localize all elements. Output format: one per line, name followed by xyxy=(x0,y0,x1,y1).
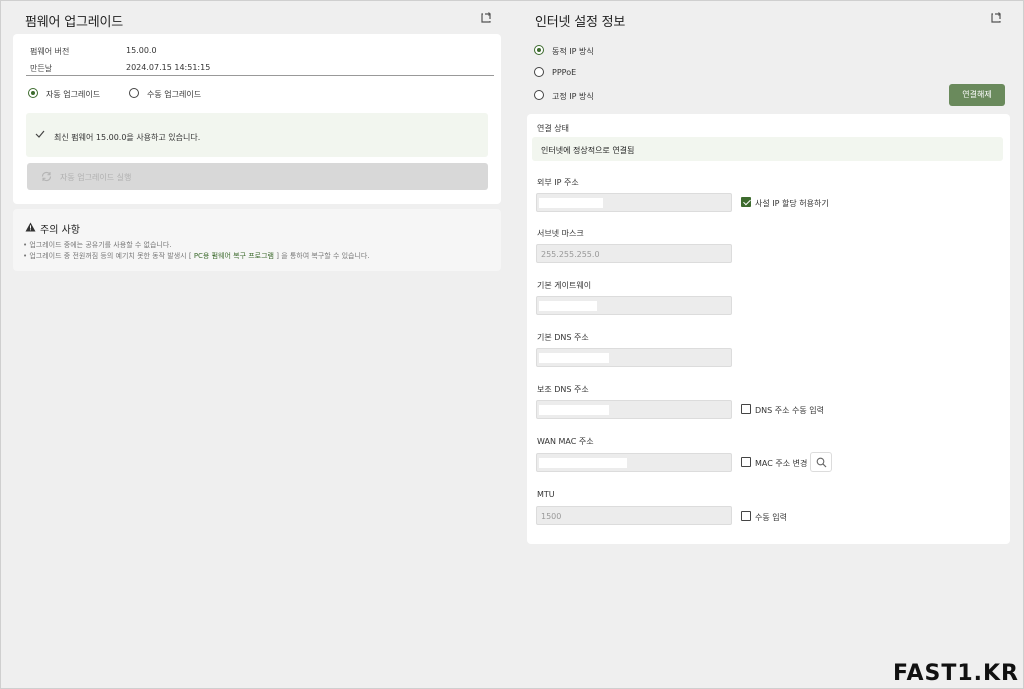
mac-search-button[interactable] xyxy=(810,452,832,472)
firmware-divider xyxy=(26,75,494,76)
firmware-notice-box: 최신 펌웨어 15.00.0을 사용하고 있습니다. xyxy=(26,113,488,157)
mac-change-checkbox[interactable] xyxy=(741,457,751,467)
manual-upgrade-label[interactable]: 수동 업그레이드 xyxy=(147,89,201,100)
disconnect-button[interactable]: 연결해제 xyxy=(949,84,1005,106)
firmware-recovery-link[interactable]: PC용 펌웨어 복구 프로그램 xyxy=(194,252,274,260)
secondary-dns-value-mask xyxy=(539,405,609,415)
caution-line-1: • 업그레이드 중에는 공유기를 사용할 수 없습니다. xyxy=(23,241,172,249)
brand-watermark: FAST1.KR xyxy=(892,661,1019,686)
secondary-dns-field[interactable] xyxy=(536,400,732,419)
external-ip-label: 외부 IP 주소 xyxy=(537,178,579,187)
mtu-manual-checkbox-label[interactable]: 수동 입력 xyxy=(755,512,787,523)
static-ip-radio[interactable] xyxy=(534,90,544,100)
wan-mac-value-mask xyxy=(539,458,627,468)
auto-upgrade-label[interactable]: 자동 업그레이드 xyxy=(46,89,100,100)
search-icon xyxy=(816,457,827,468)
run-auto-upgrade-label: 자동 업그레이드 실행 xyxy=(60,173,132,182)
sync-icon xyxy=(41,171,52,182)
run-auto-upgrade-button[interactable]: 자동 업그레이드 실행 xyxy=(27,163,488,190)
mtu-field[interactable]: 1500 xyxy=(536,506,732,525)
wan-mac-label: WAN MAC 주소 xyxy=(537,437,594,446)
gateway-label: 기본 게이트웨이 xyxy=(537,281,592,290)
dns-field[interactable] xyxy=(536,348,732,367)
gateway-field[interactable] xyxy=(536,296,732,315)
caution-line-2-suffix: ] 을 통하여 복구할 수 있습니다. xyxy=(276,252,370,260)
firmware-date-value: 2024.07.15 14:51:15 xyxy=(126,63,211,72)
mtu-manual-checkbox[interactable] xyxy=(741,511,751,521)
auto-upgrade-radio[interactable] xyxy=(28,88,38,98)
private-ip-checkbox[interactable] xyxy=(741,197,751,207)
caution-line-2-prefix: • 업그레이드 중 전원꺼짐 등의 예기치 못한 동작 발생시 [ xyxy=(23,252,192,260)
caution-card: 주의 사항 • 업그레이드 중에는 공유기를 사용할 수 없습니다. • 업그레… xyxy=(13,209,501,271)
mac-change-checkbox-label[interactable]: MAC 주소 변경 xyxy=(755,458,807,469)
external-ip-value-mask xyxy=(539,198,603,208)
dynamic-ip-label[interactable]: 동적 IP 방식 xyxy=(552,46,594,57)
pppoe-radio[interactable] xyxy=(534,67,544,77)
firmware-panel-title: 펌웨어 업그레이드 xyxy=(25,15,124,30)
firmware-version-value: 15.00.0 xyxy=(126,46,157,55)
dns-manual-checkbox-label[interactable]: DNS 주소 수동 입력 xyxy=(755,405,824,416)
internet-refresh-icon[interactable] xyxy=(989,11,1003,25)
connection-status-label: 연결 상태 xyxy=(537,124,569,133)
dns-value-mask xyxy=(539,353,609,363)
firmware-date-label: 만든날 xyxy=(30,64,53,73)
gateway-value-mask xyxy=(539,301,597,311)
dns-label: 기본 DNS 주소 xyxy=(537,333,589,342)
caution-title: 주의 사항 xyxy=(40,225,80,236)
subnet-label: 서브넷 마스크 xyxy=(537,229,584,238)
secondary-dns-label: 보조 DNS 주소 xyxy=(537,385,589,394)
caution-line-2: • 업그레이드 중 전원꺼짐 등의 예기치 못한 동작 발생시 [ PC용 펌웨… xyxy=(23,251,370,261)
firmware-card: 펌웨어 버전 15.00.0 만든날 2024.07.15 14:51:15 자… xyxy=(13,34,501,204)
firmware-refresh-icon[interactable] xyxy=(479,11,493,25)
wan-mac-field[interactable] xyxy=(536,453,732,472)
internet-card: 연결 상태 인터넷에 정상적으로 연결됨 외부 IP 주소 사설 IP 할당 허… xyxy=(527,114,1010,544)
pppoe-label[interactable]: PPPoE xyxy=(552,68,576,77)
external-ip-field[interactable] xyxy=(536,193,732,212)
manual-upgrade-radio[interactable] xyxy=(129,88,139,98)
private-ip-checkbox-label[interactable]: 사설 IP 할당 허용하기 xyxy=(755,198,829,209)
static-ip-label[interactable]: 고정 IP 방식 xyxy=(552,91,594,102)
dynamic-ip-radio[interactable] xyxy=(534,45,544,55)
internet-panel-title: 인터넷 설정 정보 xyxy=(535,15,626,30)
check-icon xyxy=(35,130,45,138)
dns-manual-checkbox[interactable] xyxy=(741,404,751,414)
connection-status-box: 인터넷에 정상적으로 연결됨 xyxy=(532,137,1003,161)
firmware-notice-text: 최신 펌웨어 15.00.0을 사용하고 있습니다. xyxy=(54,133,201,142)
firmware-version-label: 펌웨어 버전 xyxy=(30,47,70,56)
subnet-field[interactable]: 255.255.255.0 xyxy=(536,244,732,263)
mtu-label: MTU xyxy=(537,490,555,499)
warning-icon xyxy=(25,222,36,232)
